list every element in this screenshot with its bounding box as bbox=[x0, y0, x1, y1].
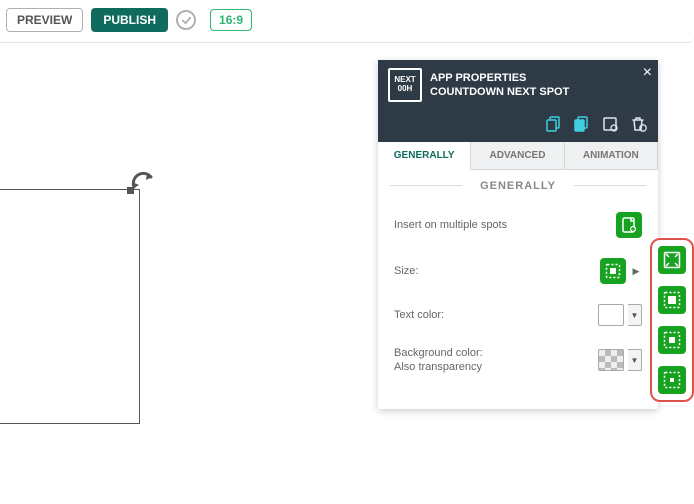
text-color-swatch[interactable] bbox=[598, 304, 624, 326]
size-option-1[interactable] bbox=[658, 246, 686, 274]
duplicate-icon[interactable] bbox=[600, 114, 620, 134]
size-option-2[interactable] bbox=[658, 286, 686, 314]
properties-panel: NEXT 00H APP PROPERTIES COUNTDOWN NEXT S… bbox=[378, 60, 658, 409]
background-color-swatch[interactable] bbox=[598, 349, 624, 371]
panel-title-1: APP PROPERTIES bbox=[430, 71, 569, 85]
top-toolbar: PREVIEW PUBLISH 16:9 bbox=[0, 0, 694, 43]
size-options-strip bbox=[650, 238, 694, 402]
background-color-dropdown-icon[interactable]: ▼ bbox=[628, 349, 642, 371]
label-bg-line2: Also transparency bbox=[394, 361, 482, 373]
panel-tabs: GENERALLY ADVANCED ANIMATION bbox=[378, 142, 658, 170]
settings-rows: Insert on multiple spots Size: ▶ Text co… bbox=[378, 200, 658, 409]
paste-icon[interactable] bbox=[572, 114, 592, 134]
copy-icon[interactable] bbox=[544, 114, 564, 134]
size-option-4[interactable] bbox=[658, 366, 686, 394]
tab-generally[interactable]: GENERALLY bbox=[378, 142, 471, 170]
row-background-color: Background color: Also transparency ▼ bbox=[394, 336, 642, 385]
row-text-color: Text color: ▼ bbox=[394, 294, 642, 336]
label-size: Size: bbox=[394, 264, 418, 278]
tab-advanced[interactable]: ADVANCED bbox=[471, 142, 564, 170]
app-logo-icon: NEXT 00H bbox=[388, 68, 422, 102]
publish-button[interactable]: PUBLISH bbox=[91, 8, 168, 32]
label-text-color: Text color: bbox=[394, 308, 444, 322]
tab-animation[interactable]: ANIMATION bbox=[565, 142, 658, 170]
delete-icon[interactable] bbox=[628, 114, 648, 134]
label-background-color: Background color: Also transparency bbox=[394, 346, 483, 375]
preview-button[interactable]: PREVIEW bbox=[6, 8, 83, 32]
row-size: Size: ▶ bbox=[394, 248, 642, 294]
row-insert-multiple: Insert on multiple spots bbox=[394, 202, 642, 248]
rotate-handle-icon[interactable] bbox=[127, 168, 159, 200]
status-check-icon bbox=[176, 10, 196, 30]
size-current-button[interactable] bbox=[600, 258, 626, 284]
aspect-ratio-badge[interactable]: 16:9 bbox=[210, 9, 252, 31]
size-expand-icon[interactable]: ▶ bbox=[630, 258, 642, 284]
section-title: GENERALLY bbox=[378, 170, 658, 200]
size-option-3[interactable] bbox=[658, 326, 686, 354]
canvas-area bbox=[0, 50, 370, 490]
insert-multiple-button[interactable] bbox=[616, 212, 642, 238]
logo-text-bottom: 00H bbox=[398, 85, 413, 94]
text-color-dropdown-icon[interactable]: ▼ bbox=[628, 304, 642, 326]
label-insert-multiple: Insert on multiple spots bbox=[394, 218, 507, 232]
panel-title-block: APP PROPERTIES COUNTDOWN NEXT SPOT bbox=[430, 71, 569, 100]
panel-toolbar bbox=[378, 110, 658, 142]
panel-title-2: COUNTDOWN NEXT SPOT bbox=[430, 85, 569, 99]
label-bg-line1: Background color: bbox=[394, 347, 483, 359]
selected-region[interactable] bbox=[0, 189, 140, 424]
close-icon[interactable]: × bbox=[643, 64, 652, 82]
panel-header: NEXT 00H APP PROPERTIES COUNTDOWN NEXT S… bbox=[378, 60, 658, 110]
